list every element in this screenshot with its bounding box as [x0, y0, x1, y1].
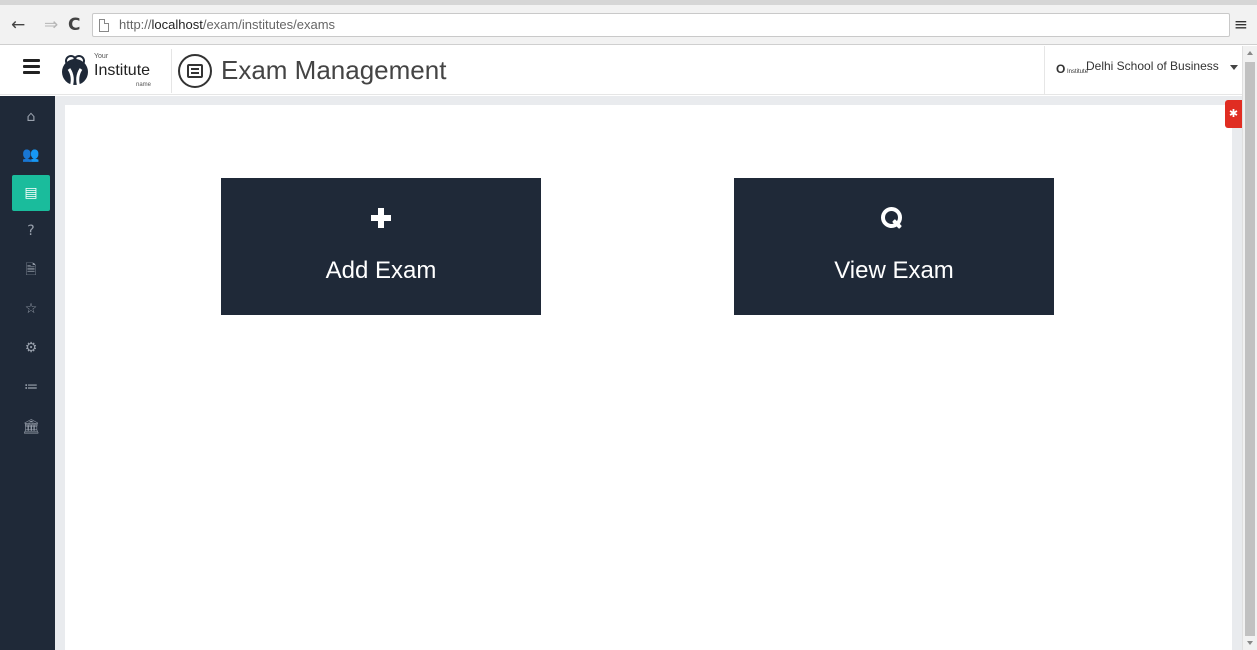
scroll-thumb[interactable]: [1245, 62, 1255, 636]
vertical-scrollbar[interactable]: [1242, 46, 1257, 650]
sidebar-item-help[interactable]: ?: [12, 213, 50, 249]
sidebar-item-favorites[interactable]: ☆: [12, 291, 50, 327]
view-exam-button[interactable]: View Exam: [734, 178, 1054, 315]
page-icon: [99, 19, 109, 32]
back-icon[interactable]: ←: [11, 16, 25, 34]
logo-sub-text: name: [136, 82, 152, 88]
sidebar-item-home[interactable]: ⌂: [12, 99, 50, 135]
sidebar-item-list[interactable]: ≔: [12, 369, 50, 405]
logo-small-text: Your: [94, 53, 109, 60]
sidebar-item-settings[interactable]: ⚙: [12, 330, 50, 366]
logo-main-text: Institute: [94, 62, 151, 79]
add-exam-button[interactable]: Add Exam: [221, 178, 541, 315]
bug-report-icon[interactable]: ✱: [1225, 100, 1242, 128]
page-title: Exam Management: [221, 55, 447, 85]
scroll-up-icon[interactable]: [1247, 51, 1253, 55]
sidebar: ⌂ 👥 ▤ ? 🗎 ☆ ⚙ ≔ 🏛: [0, 96, 55, 650]
view-exam-label: View Exam: [834, 257, 954, 284]
caret-down-icon: [1230, 65, 1238, 70]
forward-icon[interactable]: ⇒: [44, 16, 58, 34]
logo-mark-icon: [62, 55, 88, 88]
institution-name: Delhi School of Business: [1086, 59, 1219, 73]
browser-menu-icon[interactable]: ≡: [1234, 15, 1248, 35]
plus-icon: [371, 208, 391, 228]
institute-logo[interactable]: Your Institute name: [58, 49, 172, 93]
scroll-down-icon[interactable]: [1247, 641, 1253, 645]
address-bar[interactable]: http://localhost/exam/institutes/exams: [92, 13, 1230, 37]
sidebar-item-institution[interactable]: 🏛: [12, 409, 50, 445]
sidebar-item-documents[interactable]: 🗎: [12, 252, 50, 288]
app-header: Your Institute name Exam Management O In…: [0, 46, 1242, 95]
search-icon: [881, 207, 903, 229]
add-exam-label: Add Exam: [325, 257, 437, 284]
browser-toolbar: ← ⇒ C http://localhost/exam/institutes/e…: [0, 5, 1257, 45]
url-text[interactable]: http://localhost/exam/institutes/exams: [119, 17, 335, 32]
institution-dropdown[interactable]: O Institute Delhi School of Business: [1044, 46, 1242, 95]
sidebar-item-users[interactable]: 👥: [12, 137, 50, 173]
reload-icon[interactable]: C: [68, 16, 80, 34]
hamburger-icon[interactable]: [23, 59, 40, 74]
exam-page-icon: [178, 54, 212, 88]
sidebar-item-exams[interactable]: ▤: [12, 175, 50, 211]
institution-logo-icon: O Institute: [1056, 62, 1089, 76]
